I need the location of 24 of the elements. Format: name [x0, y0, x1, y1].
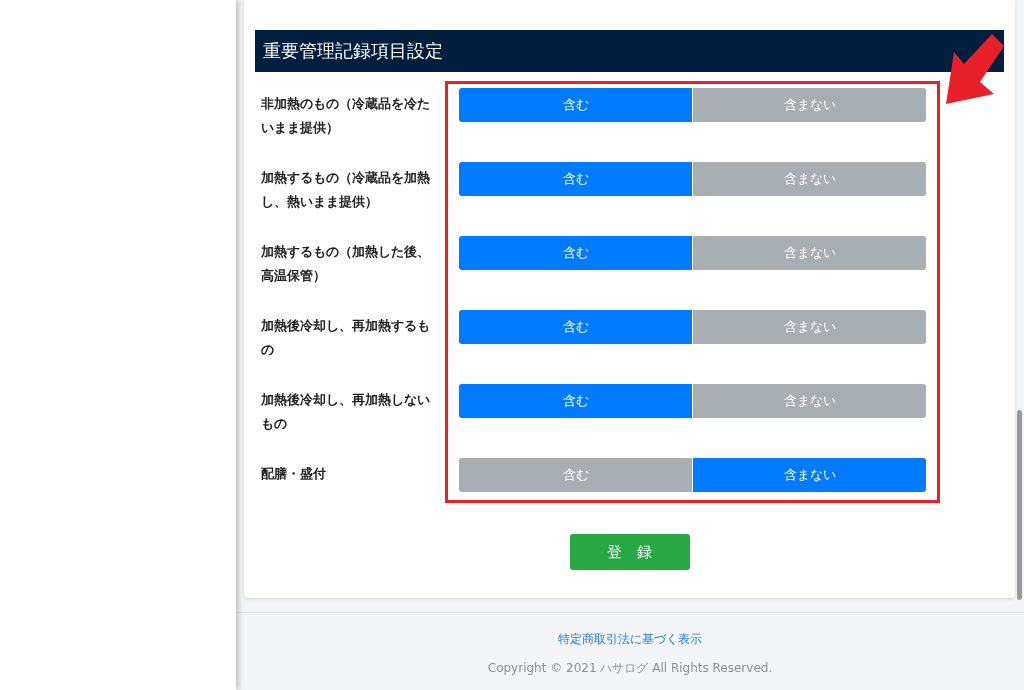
toggle-option[interactable]: 含まない: [693, 88, 926, 122]
register-button[interactable]: 登 録: [569, 534, 690, 570]
setting-label: 加熱するもの（加熱した後、高温保管）: [260, 243, 431, 285]
legal-notice-link[interactable]: 特定商取引法に基づく表示: [558, 631, 702, 648]
toggle-option[interactable]: 含む: [459, 88, 693, 122]
toggle-option[interactable]: 含む: [459, 310, 693, 344]
toggle-option[interactable]: 含まない: [693, 384, 926, 418]
toggle-option[interactable]: 含む: [459, 162, 693, 196]
setting-label: 非加熱のもの（冷蔵品を冷たいまま提供）: [260, 95, 431, 137]
toggle-option[interactable]: 含む: [459, 236, 693, 270]
setting-label: 加熱するもの（冷蔵品を加熱し、熱いまま提供）: [260, 169, 431, 211]
toggle-option[interactable]: 含む: [459, 458, 693, 492]
copyright-text: Copyright © 2021 ハサログ All Rights Reserved.: [487, 660, 773, 677]
arrow-icon: [944, 34, 1006, 106]
toggle-option[interactable]: 含まない: [693, 310, 926, 344]
setting-label: 加熱後冷却し、再加熱するもの: [260, 317, 431, 359]
toggle-option[interactable]: 含まない: [693, 162, 926, 196]
scrollbar[interactable]: [1017, 410, 1022, 600]
toggle-option[interactable]: 含まない: [693, 458, 926, 492]
setting-label: 配膳・盛付: [260, 465, 327, 483]
section-title: 重要管理記録項目設定: [255, 30, 1004, 72]
toggle-option[interactable]: 含まない: [693, 236, 926, 270]
setting-label: 加熱後冷却し、再加熱しないもの: [260, 391, 431, 433]
toggle-option[interactable]: 含む: [459, 384, 693, 418]
